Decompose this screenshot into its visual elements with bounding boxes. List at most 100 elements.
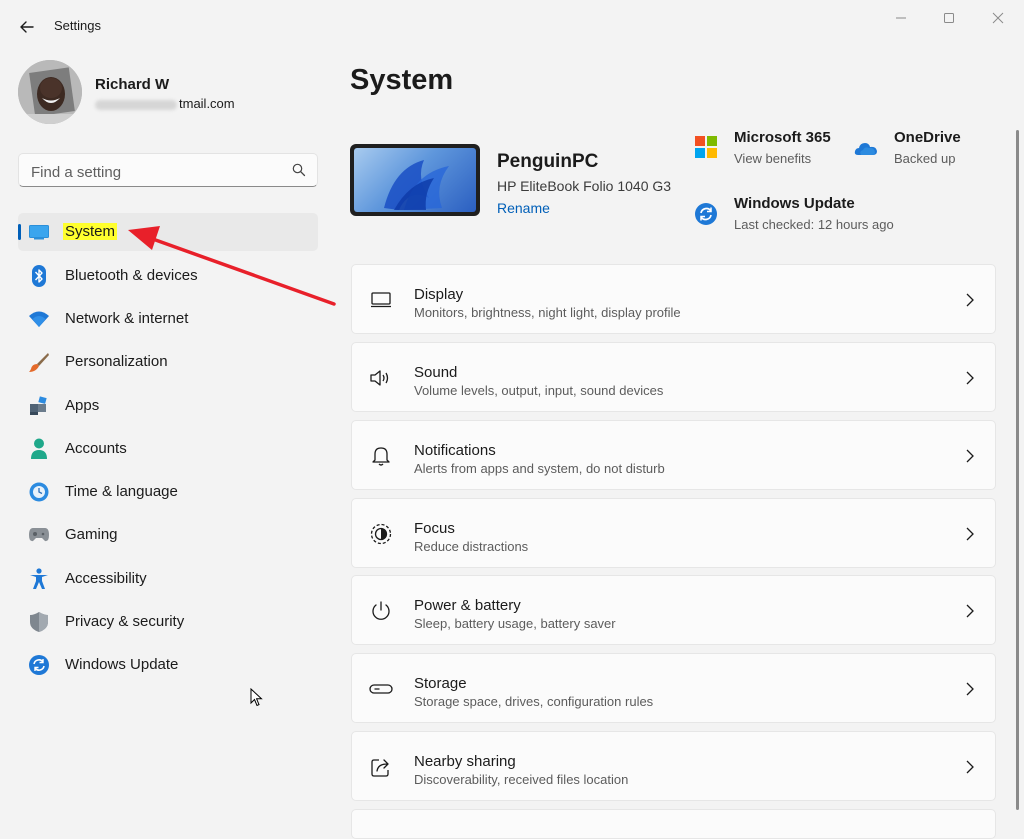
minimize-button[interactable] xyxy=(883,8,919,28)
sidebar-item-label: Gaming xyxy=(65,526,118,543)
card-subtitle: Monitors, brightness, night light, displ… xyxy=(414,305,681,320)
update-icon xyxy=(28,654,50,676)
card-title: Display xyxy=(414,286,464,303)
microsoft-365-link[interactable]: Microsoft 365 View benefits xyxy=(694,129,834,173)
card-title: Storage xyxy=(414,675,467,692)
card-title: Nearby sharing xyxy=(414,753,516,770)
wifi-icon xyxy=(28,308,50,330)
minimize-icon xyxy=(896,17,906,19)
mouse-cursor-icon xyxy=(250,688,263,707)
scrollbar[interactable] xyxy=(1016,130,1019,810)
card-power-battery[interactable]: Power & battery Sleep, battery usage, ba… xyxy=(351,575,996,645)
sidebar-item-label: Personalization xyxy=(65,353,168,370)
microsoft-logo-icon xyxy=(695,136,717,158)
sidebar-item-accessibility[interactable]: Accessibility xyxy=(18,560,318,598)
card-title: Sound xyxy=(414,364,458,381)
speaker-icon xyxy=(369,366,393,390)
device-model: HP EliteBook Folio 1040 G3 xyxy=(497,178,672,194)
sidebar-item-label: System xyxy=(63,223,118,240)
bell-icon xyxy=(369,444,393,468)
quick-link-title: Microsoft 365 xyxy=(734,129,831,146)
title-bar: Settings xyxy=(0,0,1024,52)
onedrive-cloud-icon xyxy=(854,143,877,155)
app-title: Settings xyxy=(54,18,101,33)
redacted-email-part xyxy=(95,99,177,110)
monitor-icon xyxy=(369,288,393,312)
card-storage[interactable]: Storage Storage space, drives, configura… xyxy=(351,653,996,723)
user-profile[interactable]: Richard W tmail.com xyxy=(18,60,318,126)
apps-icon xyxy=(28,395,50,417)
card-subtitle: Reduce distractions xyxy=(414,539,529,554)
maximize-button[interactable] xyxy=(931,8,967,28)
quick-link-subtitle: View benefits xyxy=(734,151,812,166)
person-icon xyxy=(28,438,50,460)
quick-link-title: Windows Update xyxy=(734,195,855,212)
rename-link[interactable]: Rename xyxy=(497,200,550,216)
storage-drive-icon xyxy=(369,677,393,701)
windows-update-icon xyxy=(695,203,717,225)
device-name: PenguinPC xyxy=(497,151,599,172)
focus-icon xyxy=(369,522,393,546)
user-email: tmail.com xyxy=(95,96,235,111)
bluetooth-icon xyxy=(28,265,50,287)
sidebar-item-accounts[interactable]: Accounts xyxy=(18,430,318,468)
card-title: Notifications xyxy=(414,442,496,459)
card-sound[interactable]: Sound Volume levels, output, input, soun… xyxy=(351,342,996,412)
chevron-right-icon xyxy=(966,371,974,385)
search-icon[interactable] xyxy=(292,163,306,177)
sidebar-item-time-language[interactable]: Time & language xyxy=(18,473,318,511)
sidebar-item-label: Time & language xyxy=(65,483,178,500)
card-nearby-sharing[interactable]: Nearby sharing Discoverability, received… xyxy=(351,731,996,801)
share-icon xyxy=(369,755,393,779)
sidebar-item-system[interactable]: System xyxy=(18,213,318,251)
wallpaper-bloom-image xyxy=(354,148,476,212)
sidebar-item-gaming[interactable]: Gaming xyxy=(18,516,318,554)
selection-indicator xyxy=(18,224,21,240)
card-notifications[interactable]: Notifications Alerts from apps and syste… xyxy=(351,420,996,490)
search-box[interactable] xyxy=(18,153,318,187)
sidebar-item-label: Privacy & security xyxy=(65,613,185,630)
chevron-right-icon xyxy=(966,760,974,774)
sidebar-item-bluetooth-devices[interactable]: Bluetooth & devices xyxy=(18,257,318,295)
page-title: System xyxy=(350,64,454,96)
card-title: Power & battery xyxy=(414,597,521,614)
card-focus[interactable]: Focus Reduce distractions xyxy=(351,498,996,568)
avatar xyxy=(18,60,82,124)
quick-link-subtitle: Last checked: 12 hours ago xyxy=(734,217,894,232)
sidebar-item-privacy-security[interactable]: Privacy & security xyxy=(18,603,318,641)
chevron-right-icon xyxy=(966,449,974,463)
card-display[interactable]: Display Monitors, brightness, night ligh… xyxy=(351,264,996,334)
windows-update-link[interactable]: Windows Update Last checked: 12 hours ag… xyxy=(694,195,914,239)
sidebar-item-windows-update[interactable]: Windows Update xyxy=(18,646,318,684)
sidebar-item-label: Network & internet xyxy=(65,310,189,327)
sidebar-item-apps[interactable]: Apps xyxy=(18,387,318,425)
sidebar-item-label: Accessibility xyxy=(65,570,147,587)
system-icon xyxy=(28,221,50,243)
sidebar-item-label: Apps xyxy=(65,397,100,414)
sidebar-item-label: Bluetooth & devices xyxy=(65,267,198,284)
card-subtitle: Alerts from apps and system, do not dist… xyxy=(414,461,665,476)
maximize-icon xyxy=(944,13,954,23)
sidebar-item-label: Accounts xyxy=(65,440,127,457)
paintbrush-icon xyxy=(28,351,50,373)
onedrive-link[interactable]: OneDrive Backed up xyxy=(854,129,984,173)
device-thumbnail xyxy=(350,144,480,216)
chevron-right-icon xyxy=(966,682,974,696)
close-button[interactable] xyxy=(980,8,1016,28)
clock-globe-icon xyxy=(28,481,50,503)
close-icon xyxy=(992,12,1004,24)
shield-icon xyxy=(28,611,50,633)
sidebar-item-network-internet[interactable]: Network & internet xyxy=(18,300,318,338)
card-subtitle: Sleep, battery usage, battery saver xyxy=(414,616,616,631)
card-subtitle: Volume levels, output, input, sound devi… xyxy=(414,383,664,398)
search-input[interactable] xyxy=(29,161,283,183)
power-icon xyxy=(369,599,393,623)
card-partial-next[interactable] xyxy=(351,809,996,839)
quick-link-title: OneDrive xyxy=(894,129,961,146)
sidebar-item-personalization[interactable]: Personalization xyxy=(18,343,318,381)
back-button[interactable] xyxy=(14,14,40,40)
arrow-left-icon xyxy=(20,21,34,33)
chevron-right-icon xyxy=(966,604,974,618)
accessibility-icon xyxy=(28,568,50,590)
gamepad-icon xyxy=(28,524,50,546)
